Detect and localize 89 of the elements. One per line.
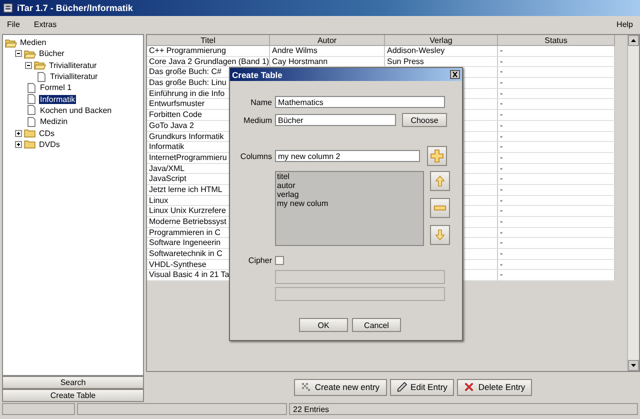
side-button[interactable]: Search [2,376,144,389]
table-cell: - [498,56,615,68]
column-header[interactable]: Status [498,35,615,46]
checkbox[interactable] [275,256,284,264]
table-cell: - [498,67,615,78]
scroll-down-icon[interactable] [628,360,639,371]
table-cell: - [498,228,615,238]
side-button[interactable]: Create Table [2,389,144,402]
table-cell: Addison-Wesley [385,46,498,57]
table-cell: - [498,217,615,228]
close-icon[interactable] [450,70,460,79]
table-cell: Andre Wilms [270,46,385,57]
table-cell: - [498,152,615,164]
field-label: Columns [239,152,272,160]
document-icon [25,105,37,116]
document-icon [25,116,37,127]
choose-button[interactable]: Choose [402,113,447,127]
tree-item[interactable]: Trivialliteratur [48,60,98,70]
table-cell: - [498,196,615,206]
app-icon [2,3,14,13]
table-cell: Cay Horstmann [270,56,385,68]
table-cell: - [498,184,615,196]
tree-item[interactable]: CDs [38,128,56,138]
input-field[interactable]: my new column 2 [275,150,420,162]
up-arrow-icon [433,174,447,188]
input-field[interactable]: Bücher [275,114,396,126]
icon-button[interactable] [430,171,450,191]
table-cell: - [498,238,615,250]
table-cell: Sun Press [385,56,498,68]
action-button[interactable]: Edit Entry [390,378,454,396]
table-cell: - [498,46,615,57]
table-cell: - [498,174,615,185]
dots-icon [300,382,311,392]
icon-button[interactable] [427,146,447,166]
tree-item[interactable]: Formel 1 [39,83,73,92]
list-item[interactable]: verlag [276,190,423,199]
column-list[interactable]: titel autor verlag my new colum [275,171,424,246]
column-header[interactable]: Titel [147,35,270,46]
tree-item[interactable]: Kochen und Backen [39,106,113,115]
column-header[interactable]: Verlag [385,35,498,46]
table-cell: Core Java 2 Grundlagen (Band 1) [147,56,270,68]
menu-item[interactable]: Extras [32,20,58,28]
expand-icon[interactable] [15,130,22,137]
table-cell: - [498,206,615,217]
tree-item[interactable]: DVDs [38,140,61,149]
collapse-icon[interactable] [25,62,32,69]
table-cell: - [498,249,615,260]
dialog-button[interactable]: OK [299,318,348,332]
table-cell: - [498,270,615,282]
action-button[interactable]: Create new entry [294,378,387,396]
table-cell: - [498,110,615,121]
scroll-up-icon[interactable] [628,35,639,46]
menu-item[interactable]: File [6,20,21,28]
list-item[interactable]: my new colum [276,199,423,208]
table-cell: - [498,132,615,142]
tree-item[interactable]: Bücher [38,49,66,58]
tree-item[interactable]: Trivialliteratur [49,72,99,82]
table-cell: - [498,142,615,153]
tree-item[interactable]: Medizin [39,117,69,126]
collapse-icon[interactable] [15,50,22,58]
tree-item[interactable]: Medien [19,38,48,48]
field-label: Name [250,98,272,106]
window-title: iTar 1.7 - Bücher/Informatik [17,3,133,13]
menu-item[interactable]: Help [616,20,634,28]
list-item[interactable]: autor [276,181,423,190]
table-cell: C++ Programmierung [147,46,270,57]
icon-button[interactable] [430,198,450,218]
dialog-button[interactable]: Cancel [352,318,401,332]
icon-button[interactable] [430,225,450,245]
tree-item[interactable]: Informatik [39,94,76,104]
down-arrow-icon [433,228,447,242]
table-cell: - [498,120,615,132]
action-button[interactable]: Delete Entry [457,378,532,396]
pencil-icon [396,382,407,392]
document-icon [25,82,37,93]
table-cell: - [498,164,615,174]
expand-icon[interactable] [15,140,22,148]
entry-count: 22 Entries [289,403,638,415]
plus-icon [430,149,444,163]
column-header[interactable]: Autor [270,35,385,46]
table-cell: - [498,88,615,100]
cross-icon [464,382,474,392]
table-cell: - [498,78,615,89]
list-item[interactable]: titel [276,172,423,181]
document-icon [35,72,47,82]
document-icon [25,94,37,104]
table-cell: - [498,99,615,110]
table-cell: - [498,260,615,270]
input-field[interactable]: Mathematics [275,96,445,108]
